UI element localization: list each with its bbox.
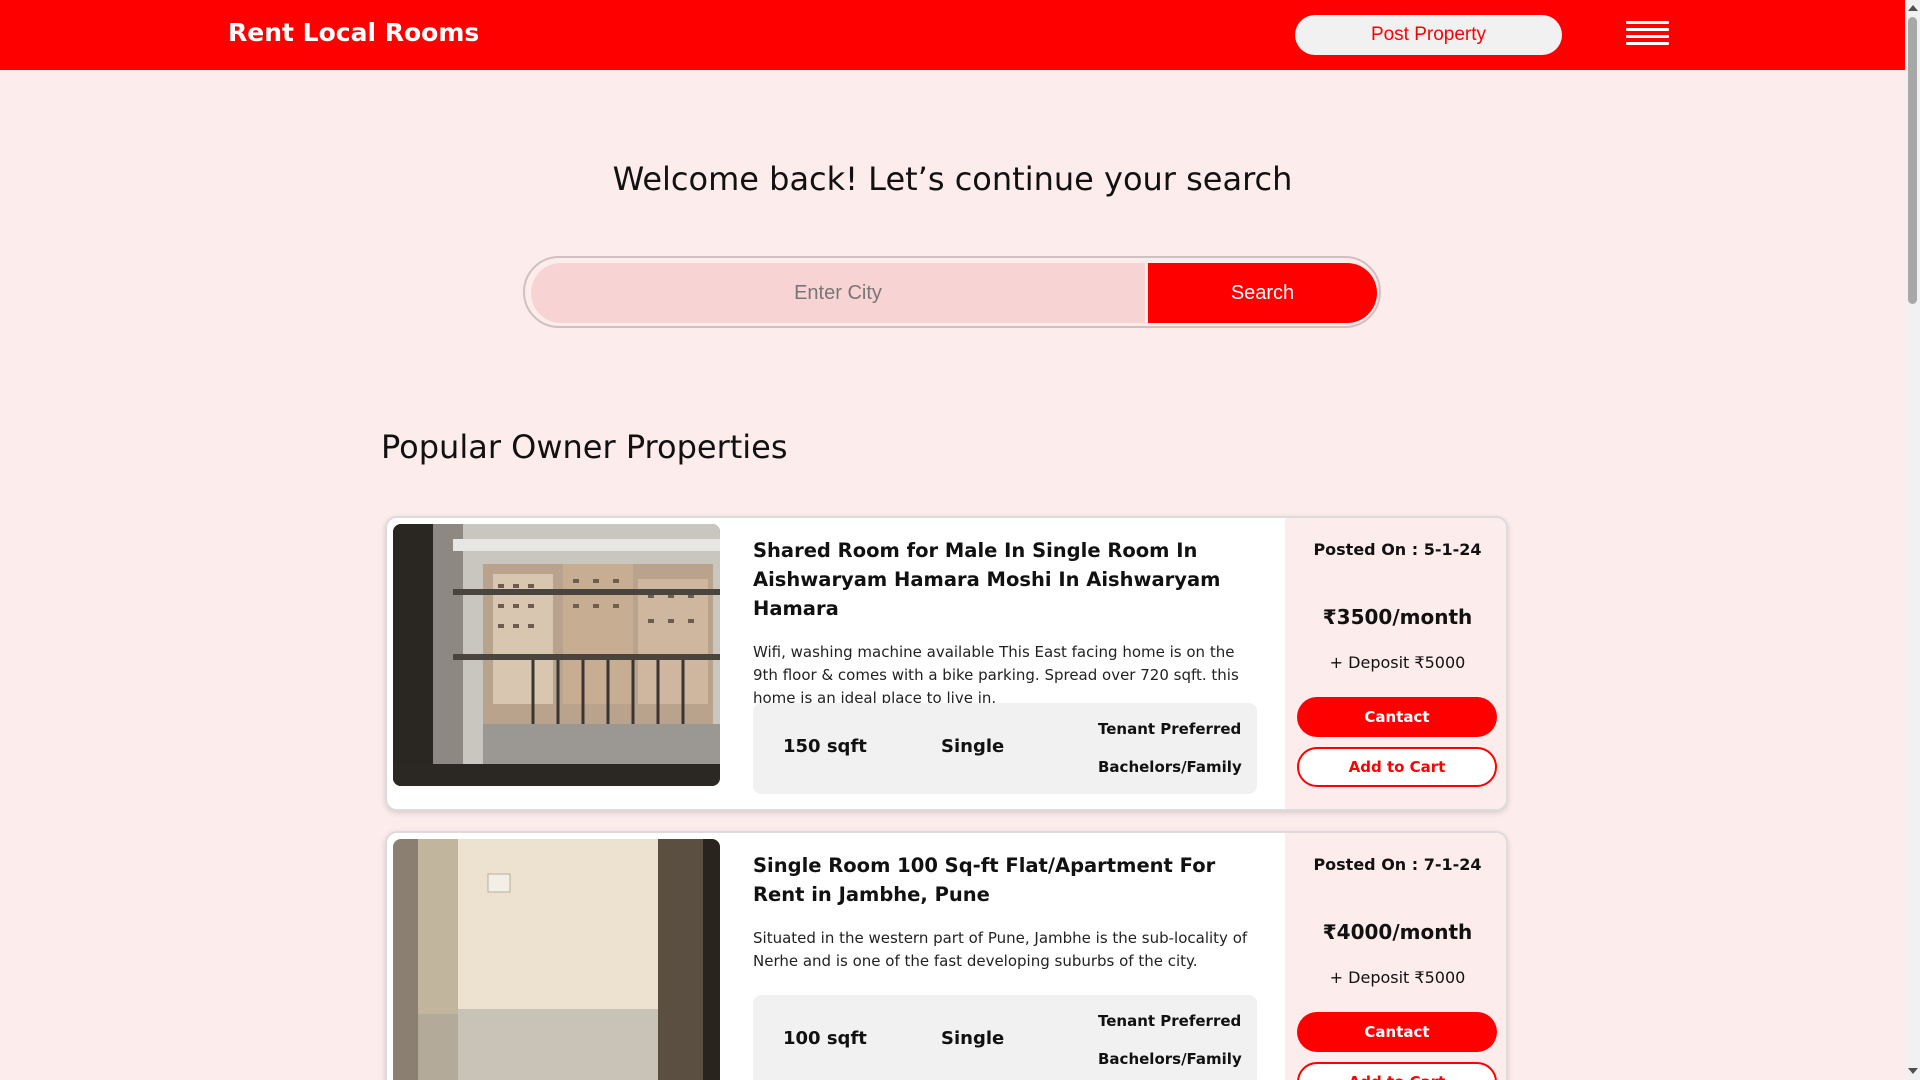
deposit-amount: + Deposit ₹5000 — [1329, 653, 1466, 672]
property-description: Situated in the western part of Pune, Ja… — [753, 929, 1248, 970]
hamburger-menu-icon[interactable] — [1626, 21, 1669, 51]
brand-logo[interactable]: Rent Local Rooms — [228, 18, 479, 47]
property-title[interactable]: Single Room 100 Sq-ft Flat/Apartment For… — [753, 851, 1258, 909]
city-search-input[interactable] — [531, 263, 1145, 323]
page-scrollbar[interactable] — [1905, 0, 1920, 1080]
contact-button[interactable]: Cantact — [1297, 1012, 1497, 1052]
navbar: Rent Local Rooms Post Property — [0, 0, 1905, 70]
room-type: Single — [941, 736, 1005, 757]
property-size: 150 sqft — [783, 736, 867, 757]
property-card[interactable]: Shared Room for Male In Single Room In A… — [385, 516, 1508, 811]
property-image[interactable] — [393, 524, 720, 786]
section-title: Popular Owner Properties — [381, 428, 788, 466]
contact-button[interactable]: Cantact — [1297, 697, 1497, 737]
posted-date: Posted On : 7-1-24 — [1313, 855, 1482, 874]
property-pricing: Posted On : 7-1-24 ₹4000/month + Deposit… — [1285, 833, 1506, 1080]
tenant-preferred-value: Bachelors/Family — [1098, 1050, 1242, 1068]
rent-price: ₹3500/month — [1322, 605, 1473, 629]
scroll-up-arrow-icon[interactable] — [1908, 5, 1918, 11]
property-details: Shared Room for Male In Single Room In A… — [753, 536, 1258, 710]
add-to-cart-button[interactable]: Add to Cart — [1297, 1062, 1497, 1080]
property-stats: 150 sqft Single Tenant Preferred Bachelo… — [753, 703, 1257, 794]
tenant-preferred-value: Bachelors/Family — [1098, 758, 1242, 776]
search-bar: Search — [523, 256, 1381, 328]
room-type: Single — [941, 1028, 1005, 1049]
scrollbar-thumb[interactable] — [1908, 17, 1917, 304]
property-size: 100 sqft — [783, 1028, 867, 1049]
property-details: Single Room 100 Sq-ft Flat/Apartment For… — [753, 851, 1258, 973]
property-image[interactable] — [393, 839, 720, 1080]
property-pricing: Posted On : 5-1-24 ₹3500/month + Deposit… — [1285, 518, 1506, 809]
property-stats: 100 sqft Single Tenant Preferred Bachelo… — [753, 995, 1257, 1080]
scroll-down-arrow-icon[interactable] — [1908, 1068, 1918, 1074]
search-button[interactable]: Search — [1148, 263, 1377, 323]
deposit-amount: + Deposit ₹5000 — [1329, 968, 1466, 987]
tenant-preferred-label: Tenant Preferred — [1098, 720, 1242, 738]
property-card[interactable]: Single Room 100 Sq-ft Flat/Apartment For… — [385, 831, 1508, 1080]
tenant-preferred-label: Tenant Preferred — [1098, 1012, 1242, 1030]
property-title[interactable]: Shared Room for Male In Single Room In A… — [753, 536, 1258, 623]
post-property-button[interactable]: Post Property — [1295, 15, 1562, 55]
add-to-cart-button[interactable]: Add to Cart — [1297, 747, 1497, 787]
property-description: Wifi, washing machine available This Eas… — [753, 643, 1239, 707]
posted-date: Posted On : 5-1-24 — [1313, 540, 1482, 559]
rent-price: ₹4000/month — [1322, 920, 1473, 944]
welcome-heading: Welcome back! Let’s continue your search — [612, 160, 1293, 198]
